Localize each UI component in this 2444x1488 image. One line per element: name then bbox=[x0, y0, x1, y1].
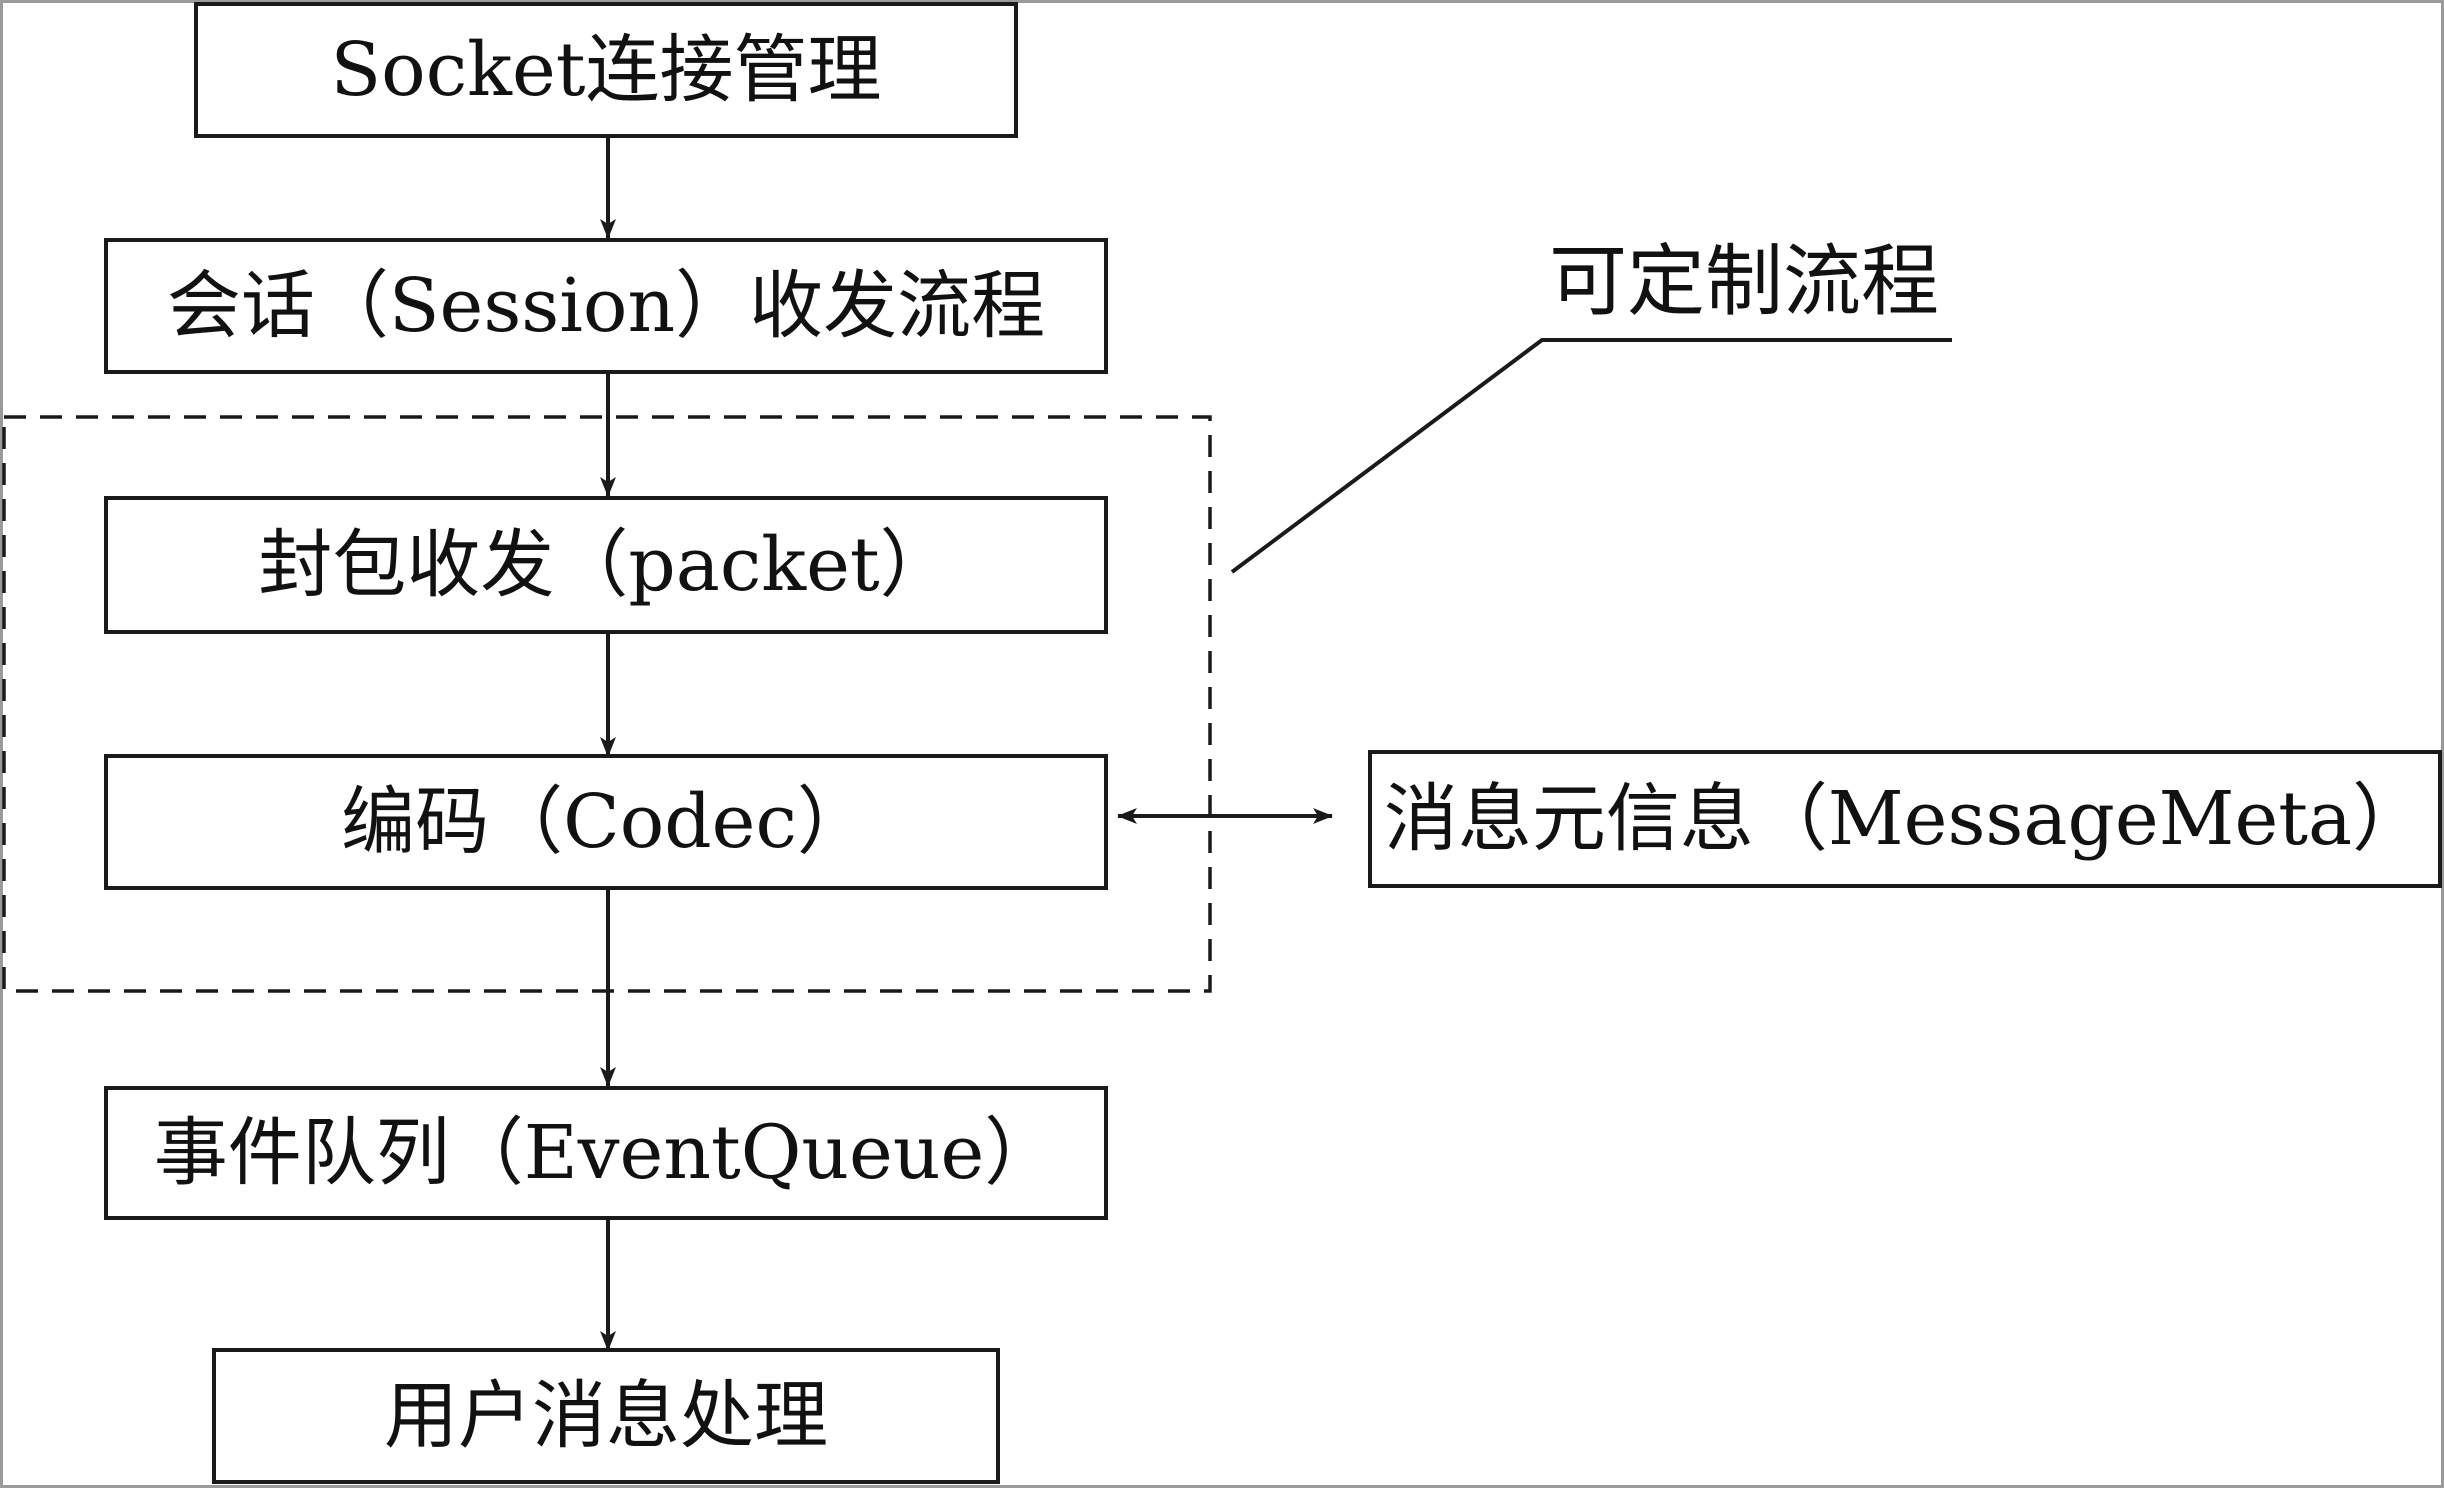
flow-diagram: Socket连接管理 会话（Session）收发流程 封包收发（packet） … bbox=[0, 0, 2444, 1488]
node-label: 封包收发（packet） bbox=[258, 522, 953, 608]
node-label: 用户消息处理 bbox=[384, 1373, 828, 1459]
node-label: 编码（Codec） bbox=[341, 779, 871, 865]
annotation-leader-line bbox=[1230, 338, 1952, 574]
node-message-meta: 消息元信息（MessageMeta） bbox=[1368, 750, 2442, 888]
node-label: 消息元信息（MessageMeta） bbox=[1384, 776, 2426, 862]
node-label: Socket连接管理 bbox=[330, 27, 881, 113]
node-socket-connection: Socket连接管理 bbox=[194, 2, 1018, 138]
node-event-queue: 事件队列（EventQueue） bbox=[104, 1086, 1108, 1220]
node-packet: 封包收发（packet） bbox=[104, 496, 1108, 634]
node-label: 会话（Session）收发流程 bbox=[167, 263, 1045, 349]
annotation-customizable-flow: 可定制流程 bbox=[1549, 237, 1939, 327]
image-frame bbox=[0, 0, 2444, 1488]
node-user-message-handling: 用户消息处理 bbox=[212, 1348, 1000, 1484]
node-session-flow: 会话（Session）收发流程 bbox=[104, 238, 1108, 374]
node-codec: 编码（Codec） bbox=[104, 754, 1108, 890]
node-label: 事件队列（EventQueue） bbox=[154, 1110, 1059, 1196]
